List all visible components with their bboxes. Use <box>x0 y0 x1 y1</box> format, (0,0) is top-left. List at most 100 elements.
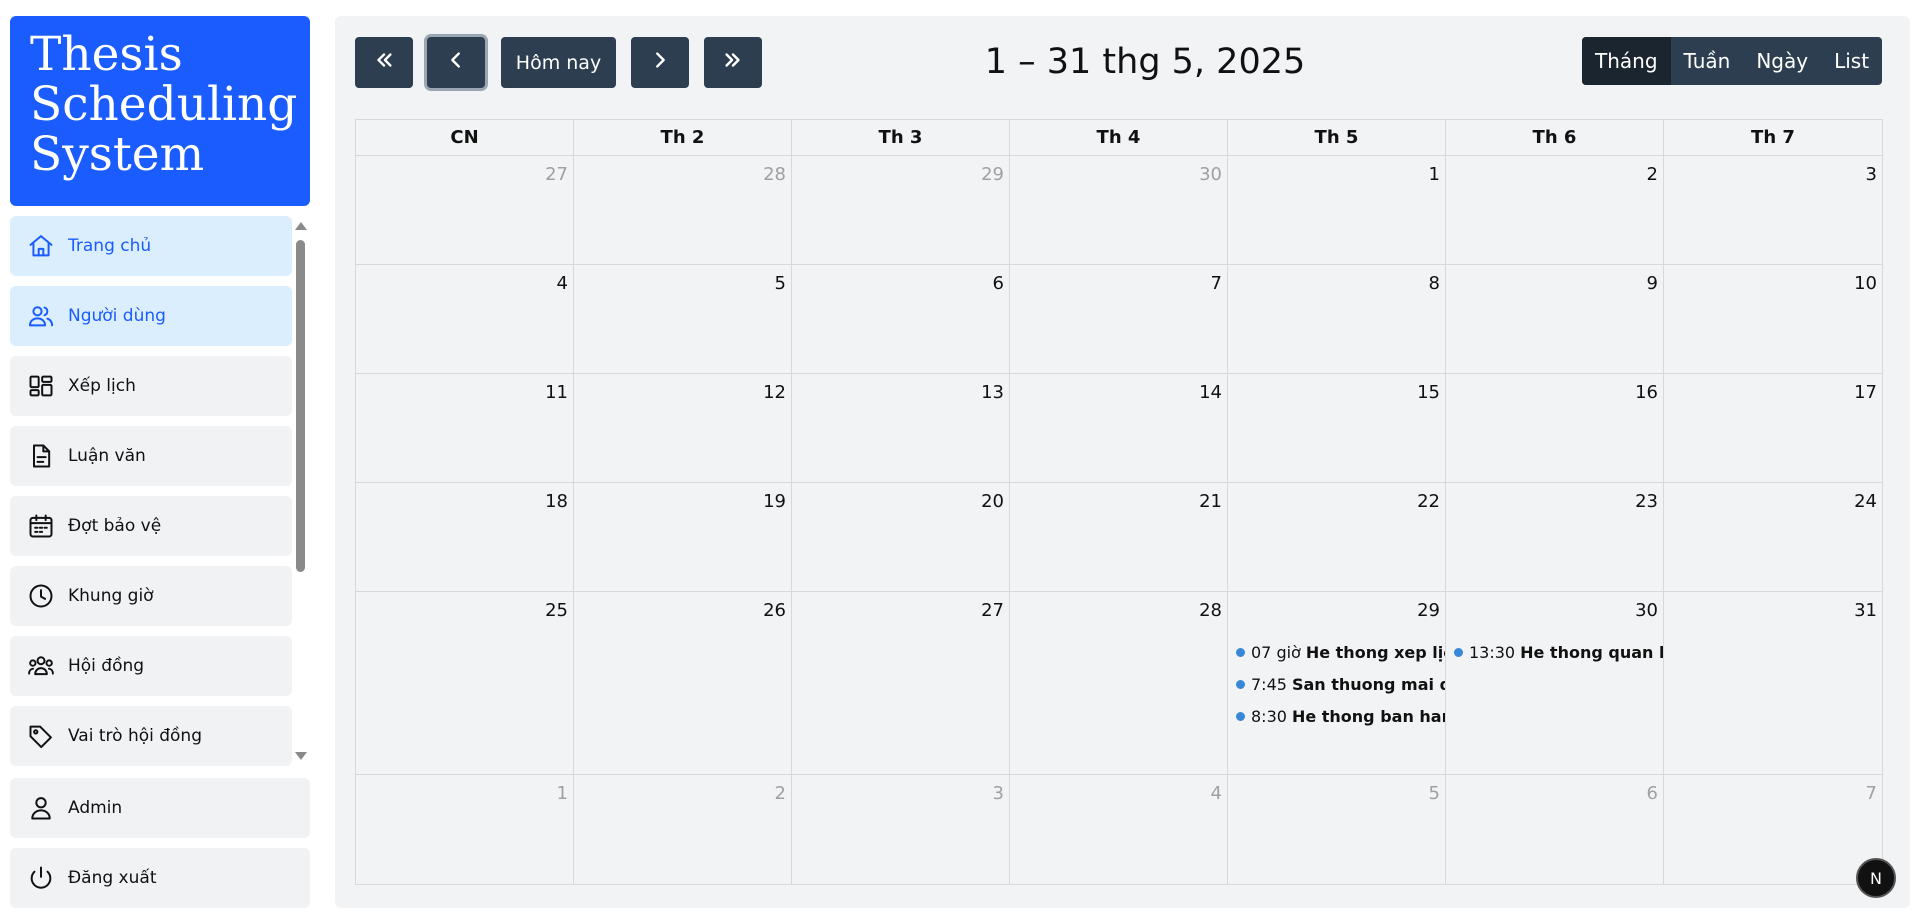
day-cell[interactable]: 28 <box>1010 592 1228 774</box>
today-button[interactable]: Hôm nay <box>501 37 616 88</box>
day-cell[interactable]: 22 <box>1228 483 1446 591</box>
day-cell[interactable]: 6 <box>1446 775 1664 884</box>
day-number[interactable]: 29 <box>1417 600 1440 621</box>
day-number[interactable]: 11 <box>545 382 568 403</box>
day-number[interactable]: 9 <box>1647 273 1658 294</box>
sidebar-item-document[interactable]: Luận văn <box>10 426 292 486</box>
day-number[interactable]: 28 <box>1199 600 1222 621</box>
day-number[interactable]: 2 <box>1647 164 1658 185</box>
day-number[interactable]: 5 <box>1429 783 1440 804</box>
day-cell[interactable]: 4 <box>356 265 574 373</box>
day-number[interactable]: 22 <box>1417 491 1440 512</box>
day-number[interactable]: 7 <box>1866 783 1877 804</box>
day-cell[interactable]: 31 <box>1664 592 1882 774</box>
day-cell[interactable]: 30 13:30 He thong quan ly <box>1446 592 1664 774</box>
day-number[interactable]: 13 <box>981 382 1004 403</box>
day-cell[interactable]: 17 <box>1664 374 1882 482</box>
sidebar-scrollbar[interactable] <box>294 222 308 762</box>
view-ngày-button[interactable]: Ngày <box>1743 37 1821 85</box>
day-cell[interactable]: 1 <box>356 775 574 884</box>
day-cell[interactable]: 5 <box>574 265 792 373</box>
calendar-event[interactable]: 07 giờHe thong xep lịch <box>1236 636 1445 668</box>
day-cell[interactable]: 19 <box>574 483 792 591</box>
sidebar-item-tag[interactable]: Vai trò hội đồng <box>10 706 292 766</box>
day-cell[interactable]: 25 <box>356 592 574 774</box>
day-cell[interactable]: 29 07 giờHe thong xep lịch7:45San thuong … <box>1228 592 1446 774</box>
day-number[interactable]: 31 <box>1854 600 1877 621</box>
day-cell[interactable]: 30 <box>1010 156 1228 264</box>
day-number[interactable]: 6 <box>993 273 1004 294</box>
day-number[interactable]: 18 <box>545 491 568 512</box>
day-cell[interactable]: 12 <box>574 374 792 482</box>
day-cell[interactable]: 18 <box>356 483 574 591</box>
day-number[interactable]: 3 <box>993 783 1004 804</box>
day-number[interactable]: 8 <box>1429 273 1440 294</box>
day-number[interactable]: 20 <box>981 491 1004 512</box>
day-number[interactable]: 24 <box>1854 491 1877 512</box>
app-logo[interactable]: Thesis Scheduling System <box>10 16 310 206</box>
day-number[interactable]: 23 <box>1635 491 1658 512</box>
next-dev-badge[interactable]: N <box>1856 858 1896 898</box>
day-cell[interactable]: 29 <box>792 156 1010 264</box>
day-number[interactable]: 28 <box>763 164 786 185</box>
day-cell[interactable]: 1 <box>1228 156 1446 264</box>
day-number[interactable]: 14 <box>1199 382 1222 403</box>
day-cell[interactable]: 3 <box>792 775 1010 884</box>
day-cell[interactable]: 8 <box>1228 265 1446 373</box>
sidebar-item-calendar[interactable]: Đợt bảo vệ <box>10 496 292 556</box>
day-cell[interactable]: 6 <box>792 265 1010 373</box>
calendar-event[interactable]: 7:45 San thuong mai d <box>1236 668 1445 700</box>
day-cell[interactable]: 14 <box>1010 374 1228 482</box>
calendar-event[interactable]: 13:30 He thong quan ly <box>1454 636 1663 668</box>
day-number[interactable]: 19 <box>763 491 786 512</box>
day-number[interactable]: 15 <box>1417 382 1440 403</box>
sidebar-item-layout[interactable]: Xếp lịch <box>10 356 292 416</box>
day-number[interactable]: 4 <box>1211 783 1222 804</box>
day-cell[interactable]: 28 <box>574 156 792 264</box>
day-cell[interactable]: 5 <box>1228 775 1446 884</box>
view-list-button[interactable]: List <box>1821 37 1882 85</box>
sidebar-item-home[interactable]: Trang chủ <box>10 216 292 276</box>
day-number[interactable]: 27 <box>981 600 1004 621</box>
day-cell[interactable]: 2 <box>1446 156 1664 264</box>
next-year-button[interactable] <box>704 37 762 88</box>
day-cell[interactable]: 15 <box>1228 374 1446 482</box>
day-cell[interactable]: 10 <box>1664 265 1882 373</box>
day-number[interactable]: 25 <box>545 600 568 621</box>
day-number[interactable]: 16 <box>1635 382 1658 403</box>
scroll-down-arrow-icon[interactable] <box>295 752 307 760</box>
calendar-event[interactable]: 8:30 He thong ban han <box>1236 700 1445 732</box>
day-cell[interactable]: 7 <box>1664 775 1882 884</box>
day-number[interactable]: 6 <box>1647 783 1658 804</box>
day-cell[interactable]: 4 <box>1010 775 1228 884</box>
day-number[interactable]: 4 <box>557 273 568 294</box>
sidebar-item-users[interactable]: Người dùng <box>10 286 292 346</box>
sidebar-item-group[interactable]: Hội đồng <box>10 636 292 696</box>
day-number[interactable]: 27 <box>545 164 568 185</box>
day-number[interactable]: 12 <box>763 382 786 403</box>
day-cell[interactable]: 9 <box>1446 265 1664 373</box>
day-cell[interactable]: 23 <box>1446 483 1664 591</box>
view-tháng-button[interactable]: Tháng <box>1582 37 1671 85</box>
day-cell[interactable]: 13 <box>792 374 1010 482</box>
day-cell[interactable]: 16 <box>1446 374 1664 482</box>
day-number[interactable]: 21 <box>1199 491 1222 512</box>
day-cell[interactable]: 21 <box>1010 483 1228 591</box>
day-number[interactable]: 5 <box>775 273 786 294</box>
day-number[interactable]: 1 <box>1429 164 1440 185</box>
day-cell[interactable]: 24 <box>1664 483 1882 591</box>
scrollbar-thumb[interactable] <box>296 240 305 572</box>
day-number[interactable]: 30 <box>1635 600 1658 621</box>
day-number[interactable]: 7 <box>1211 273 1222 294</box>
day-number[interactable]: 10 <box>1854 273 1877 294</box>
sidebar-item-admin[interactable]: Admin <box>10 778 310 838</box>
day-number[interactable]: 2 <box>775 783 786 804</box>
day-cell[interactable]: 2 <box>574 775 792 884</box>
next-month-button[interactable] <box>631 37 689 88</box>
day-number[interactable]: 30 <box>1199 164 1222 185</box>
prev-month-button[interactable] <box>427 37 485 88</box>
day-number[interactable]: 17 <box>1854 382 1877 403</box>
prev-year-button[interactable] <box>355 37 413 88</box>
sidebar-item-clock[interactable]: Khung giờ <box>10 566 292 626</box>
day-cell[interactable]: 20 <box>792 483 1010 591</box>
